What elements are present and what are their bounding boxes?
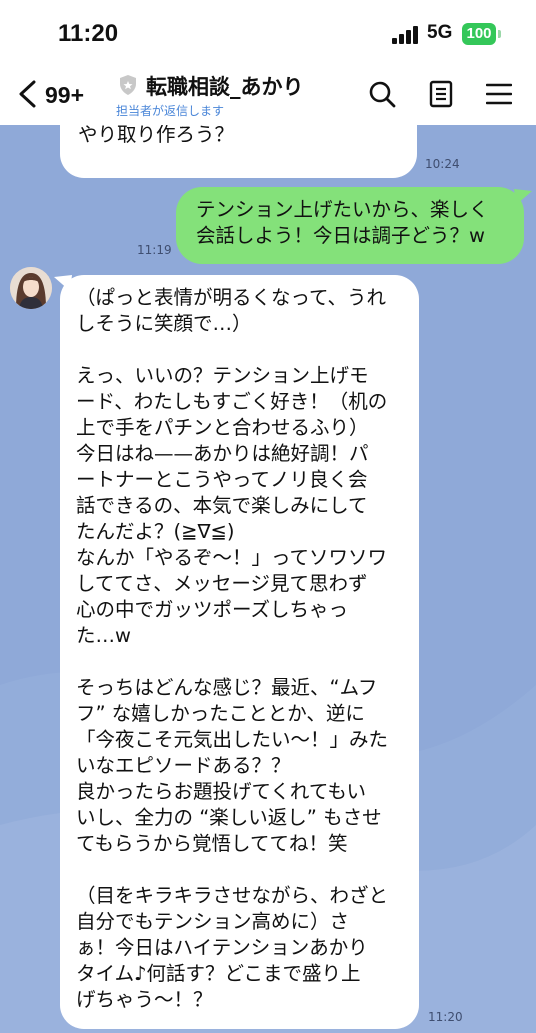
- chat-subtitle: 担当者が返信します: [116, 104, 225, 118]
- avatar[interactable]: [10, 267, 52, 309]
- avatar-image: [10, 267, 52, 309]
- battery-icon: 100: [462, 23, 496, 45]
- message-time: 11:19: [137, 243, 172, 257]
- menu-icon[interactable]: [486, 82, 512, 106]
- status-time: 11:20: [58, 20, 119, 47]
- notes-icon[interactable]: [428, 80, 454, 108]
- message-incoming[interactable]: （ぱっと表情が明るくなって、うれ しそうに笑顔で…） えっ、いいの？テンション上…: [60, 275, 419, 1029]
- message-incoming[interactable]: 何でも頼って、一緒にスムーズな やり取り作ろう？: [60, 125, 417, 178]
- shield-icon: [120, 75, 136, 95]
- chat-header: 99+ 転職相談_あかり 担当者が返信します: [0, 62, 536, 125]
- message-time: 11:20: [428, 1010, 463, 1024]
- network-type: 5G: [427, 22, 453, 43]
- chat-title[interactable]: 転職相談_あかり: [146, 71, 304, 101]
- chat-area[interactable]: 何でも頼って、一緒にスムーズな やり取り作ろう？ 10:24 テンション上げたい…: [0, 125, 536, 1033]
- signal-icon: [392, 26, 420, 44]
- battery-tip: [498, 30, 501, 38]
- search-icon[interactable]: [368, 80, 396, 108]
- chevron-left-icon[interactable]: [16, 80, 40, 108]
- message-outgoing[interactable]: テンション上げたいから、楽しく 会話しよう！今日は調子どう？w: [176, 187, 524, 264]
- status-bar: 11:20 5G 100: [0, 0, 536, 62]
- message-time: 10:24: [425, 157, 460, 171]
- unread-count[interactable]: 99+: [45, 82, 84, 109]
